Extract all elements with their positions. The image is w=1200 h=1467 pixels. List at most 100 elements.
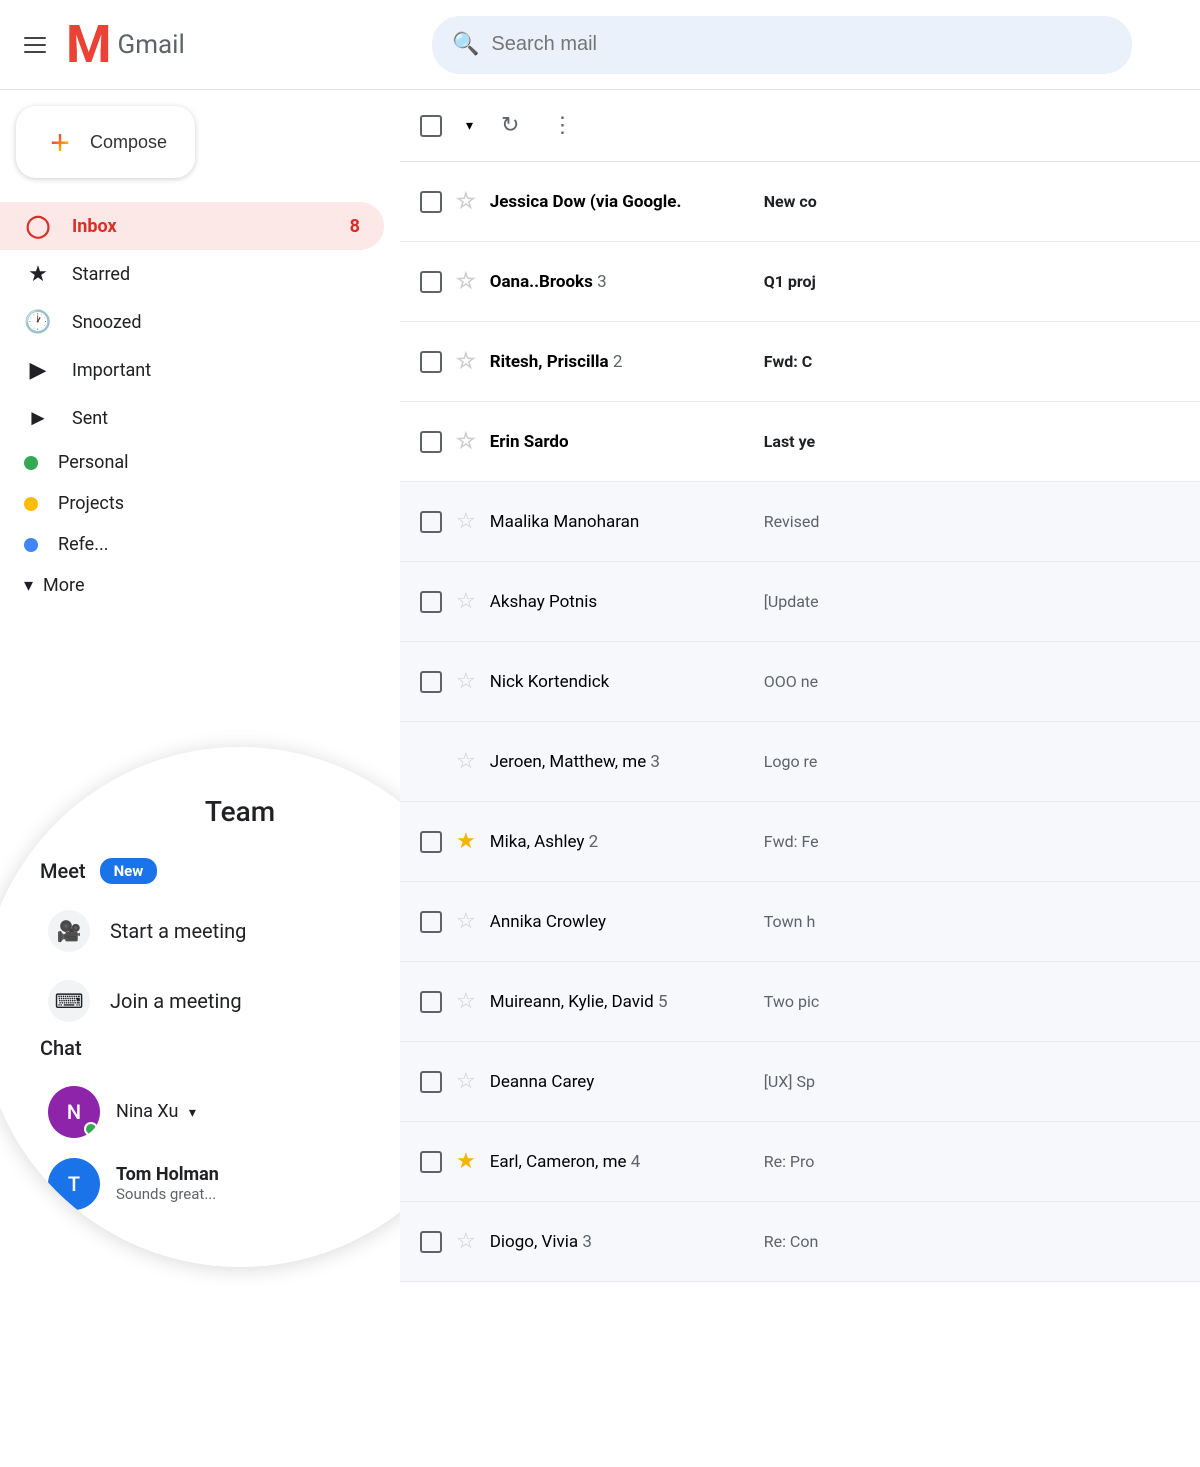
select-all-checkbox[interactable] [420,115,442,137]
main-layout: Compose ◯ Inbox 8 ★ Starred 🕐 Snoozed ▶ … [0,90,1200,1467]
online-status-dot [84,1122,98,1136]
clock-icon: 🕐 [24,308,52,336]
team-label: Team [205,795,275,828]
email-checkbox[interactable] [420,431,442,453]
select-dropdown-icon[interactable]: ▾ [466,118,473,134]
email-row[interactable]: ☆ Erin Sardo Last ye [400,402,1200,482]
star-button[interactable]: ★ [456,1149,476,1174]
sidebar-item-snoozed[interactable]: 🕐 Snoozed [0,298,384,346]
email-checkbox[interactable] [420,911,442,933]
star-button[interactable]: ☆ [456,189,476,214]
star-button[interactable]: ☆ [456,909,476,934]
chat-item-tom[interactable]: T Tom Holman Sounds great... [40,1148,400,1220]
email-toolbar: ▾ ↻ ⋮ [400,90,1200,162]
star-button[interactable]: ☆ [456,349,476,374]
email-checkbox[interactable] [420,991,442,1013]
compose-plus-icon [44,126,76,158]
email-row[interactable]: ☆ Muireann, Kylie, David 5 Two pic [400,962,1200,1042]
search-input[interactable] [491,33,1112,56]
star-button[interactable]: ☆ [456,429,476,454]
search-bar[interactable]: 🔍 [432,16,1132,74]
start-meeting-label: Start a meeting [110,919,246,943]
more-options-button[interactable]: ⋮ [547,109,577,142]
header-left: M Gmail [16,14,416,75]
email-row[interactable]: ☆ Jeroen, Matthew, me 3 Logo re [400,722,1200,802]
email-checkbox[interactable] [420,1231,442,1253]
header: M Gmail 🔍 [0,0,1200,90]
nina-name: Nina Xu ▾ [116,1101,196,1122]
join-meeting-button[interactable]: ⌨ Join a meeting [40,966,400,1036]
meet-section: Meet New 🎥 Start a meeting ⌨ Join a meet… [0,858,400,1036]
keyboard-icon: ⌨ [48,980,90,1022]
star-button[interactable]: ☆ [456,749,476,774]
sidebar-item-references[interactable]: Refe... [0,524,384,565]
sender-name: Deanna Carey [490,1072,750,1092]
nina-avatar: N [48,1086,100,1138]
tom-avatar: T [48,1158,100,1210]
star-button[interactable]: ☆ [456,989,476,1014]
chat-section: Chat N Nina Xu ▾ T Tom [0,1036,400,1220]
email-preview: Revised [764,512,1180,531]
nina-name-text: Nina Xu [116,1101,178,1122]
inbox-label: Inbox [72,216,117,237]
star-button[interactable]: ☆ [456,269,476,294]
chat-item-nina[interactable]: N Nina Xu ▾ [40,1076,400,1148]
email-checkbox[interactable] [420,831,442,853]
email-checkbox[interactable] [420,351,442,373]
sidebar-item-inbox[interactable]: ◯ Inbox 8 [0,202,384,250]
more-label: More [43,575,84,596]
email-row[interactable]: ☆ Oana..Brooks 3 Q1 proj [400,242,1200,322]
projects-label: Projects [58,493,124,514]
gmail-wordmark: Gmail [118,30,185,60]
email-row[interactable]: ☆ Maalika Manoharan Revised [400,482,1200,562]
sender-name: Mika, Ashley 2 [490,832,750,852]
sidebar-item-important[interactable]: ▶ Important [0,346,384,394]
sidebar-item-projects[interactable]: Projects [0,483,384,524]
email-row[interactable]: ☆ Nick Kortendick OOO ne [400,642,1200,722]
sender-name: Annika Crowley [490,912,750,932]
refresh-button[interactable]: ↻ [497,109,523,142]
tom-name-text: Tom Holman [116,1164,219,1185]
snoozed-label: Snoozed [72,312,142,333]
email-checkbox[interactable] [420,671,442,693]
email-row[interactable]: ★ Earl, Cameron, me 4 Re: Pro [400,1122,1200,1202]
email-preview: [UX] Sp [764,1072,1180,1091]
email-checkbox[interactable] [420,511,442,533]
email-preview: Two pic [764,992,1180,1011]
email-row[interactable]: ☆ Ritesh, Priscilla 2 Fwd: C [400,322,1200,402]
sidebar-item-personal[interactable]: Personal [0,442,384,483]
sender-name: Erin Sardo [490,432,750,452]
email-row[interactable]: ☆ Deanna Carey [UX] Sp [400,1042,1200,1122]
email-row[interactable]: ☆ Annika Crowley Town h [400,882,1200,962]
email-checkbox[interactable] [420,1071,442,1093]
sender-name: Oana..Brooks 3 [490,272,750,292]
menu-button[interactable] [16,29,54,61]
star-button[interactable]: ☆ [456,1069,476,1094]
email-row[interactable]: ☆ Diogo, Vivia 3 Re: Con [400,1202,1200,1282]
gmail-logo: M Gmail [66,14,185,75]
star-button[interactable]: ☆ [456,589,476,614]
tom-initials: T [48,1158,100,1210]
sidebar-item-sent[interactable]: ► Sent [0,394,384,442]
email-row[interactable]: ★ Mika, Ashley 2 Fwd: Fe [400,802,1200,882]
star-button[interactable]: ☆ [456,509,476,534]
star-button[interactable]: ★ [456,829,476,854]
sender-name: Nick Kortendick [490,672,750,692]
sidebar-more[interactable]: ▾ More [0,565,400,606]
sender-name: Akshay Potnis [490,592,750,612]
star-button[interactable]: ☆ [456,669,476,694]
inbox-icon: ◯ [24,212,52,240]
email-row[interactable]: ☆ Akshay Potnis [Update [400,562,1200,642]
star-button[interactable]: ☆ [456,1229,476,1254]
send-icon: ► [24,404,52,432]
email-checkbox[interactable] [420,591,442,613]
meet-new-badge: New [100,858,158,884]
email-row[interactable]: ☆ Jessica Dow (via Google. New co [400,162,1200,242]
sidebar-item-starred[interactable]: ★ Starred [0,250,384,298]
email-checkbox[interactable] [420,1151,442,1173]
nina-dropdown-icon[interactable]: ▾ [189,1105,196,1121]
email-checkbox[interactable] [420,271,442,293]
start-meeting-button[interactable]: 🎥 Start a meeting [40,896,400,966]
compose-button[interactable]: Compose [16,106,195,178]
email-checkbox[interactable] [420,191,442,213]
